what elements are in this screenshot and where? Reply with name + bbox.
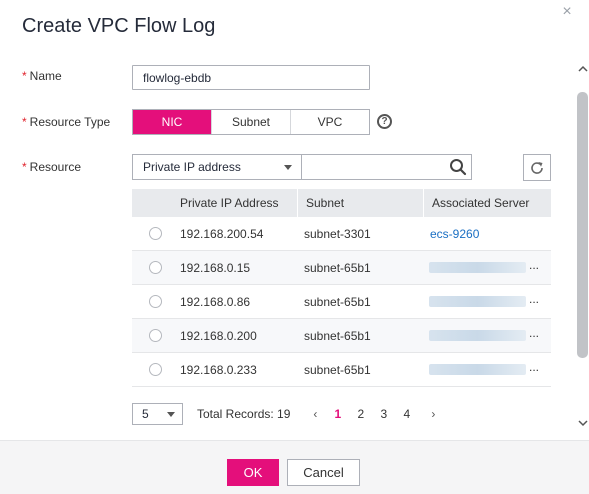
table-row[interactable]: 192.168.0.86 subnet-65b1 ...: [132, 285, 551, 319]
server-ellipsis: ...: [529, 292, 540, 306]
pagination: 5 Total Records: 19 ‹ 1 2 3 4 ›: [132, 403, 444, 425]
page-1[interactable]: 1: [326, 407, 349, 421]
redacted-server: [429, 296, 526, 307]
row-subnet: subnet-65b1: [304, 294, 371, 309]
row-server-cell: ...: [422, 353, 549, 386]
row-radio[interactable]: [149, 295, 162, 308]
column-header-server: Associated Server: [432, 196, 530, 210]
resource-label: Resource: [29, 160, 82, 174]
chevron-right-icon[interactable]: ›: [422, 403, 444, 425]
table-row[interactable]: 192.168.200.54 subnet-3301 ecs-9260: [132, 217, 551, 251]
search-icon[interactable]: [449, 158, 467, 176]
row-radio[interactable]: [149, 261, 162, 274]
refresh-icon: [531, 161, 543, 174]
resource-table: Private IP Address Subnet Associated Ser…: [132, 189, 551, 387]
page-4[interactable]: 4: [395, 407, 418, 421]
row-server-cell: ...: [422, 319, 549, 352]
row-ip: 192.168.0.15: [180, 260, 251, 275]
resource-type-label-row: * Resource Type: [22, 115, 110, 129]
row-server-cell: ecs-9260: [422, 217, 549, 250]
row-ip: 192.168.200.54: [180, 226, 264, 241]
total-records: Total Records: 19: [197, 407, 291, 421]
row-ip: 192.168.0.200: [180, 328, 257, 343]
page-size-value: 5: [142, 407, 149, 421]
table-row[interactable]: 192.168.0.15 subnet-65b1 ...: [132, 251, 551, 285]
row-subnet: subnet-65b1: [304, 328, 371, 343]
row-server-cell: ...: [422, 285, 549, 318]
scroll-thumb[interactable]: [577, 92, 588, 358]
row-subnet: subnet-65b1: [304, 260, 371, 275]
chevron-down-icon: [167, 412, 175, 417]
resource-type-nic[interactable]: NIC: [133, 110, 211, 134]
page-2[interactable]: 2: [349, 407, 372, 421]
server-ellipsis: ...: [529, 258, 540, 272]
close-icon[interactable]: ×: [560, 4, 574, 20]
row-subnet: subnet-3301: [304, 226, 371, 241]
cancel-button[interactable]: Cancel: [287, 459, 360, 486]
name-input[interactable]: [132, 65, 370, 90]
resource-type-selector: NIC Subnet VPC: [132, 109, 370, 135]
row-ip: 192.168.0.233: [180, 362, 257, 377]
filter-type-value: Private IP address: [143, 160, 241, 174]
help-icon[interactable]: ?: [377, 114, 392, 129]
filter-type-select[interactable]: Private IP address: [132, 154, 302, 180]
chevron-left-icon[interactable]: ‹: [304, 403, 326, 425]
required-marker: *: [22, 69, 27, 83]
search-input[interactable]: [301, 154, 472, 180]
resource-type-vpc[interactable]: VPC: [290, 110, 369, 134]
row-radio[interactable]: [149, 363, 162, 376]
table-row[interactable]: 192.168.0.233 subnet-65b1 ...: [132, 353, 551, 387]
page-size-select[interactable]: 5: [132, 403, 183, 425]
redacted-server: [429, 262, 526, 273]
row-subnet: subnet-65b1: [304, 362, 371, 377]
server-link[interactable]: ecs-9260: [430, 227, 479, 241]
page-3[interactable]: 3: [372, 407, 395, 421]
server-ellipsis: ...: [529, 360, 540, 374]
table-row[interactable]: 192.168.0.200 subnet-65b1 ...: [132, 319, 551, 353]
row-radio[interactable]: [149, 227, 162, 240]
row-server-cell: ...: [422, 251, 549, 284]
name-label-row: * Name: [22, 69, 62, 83]
refresh-button[interactable]: [523, 154, 551, 181]
dialog-scrollbar[interactable]: [576, 63, 589, 437]
ok-button[interactable]: OK: [227, 459, 279, 486]
scroll-up-icon[interactable]: [576, 65, 589, 77]
resource-label-row: * Resource: [22, 160, 81, 174]
column-header-ip: Private IP Address: [132, 189, 298, 217]
table-header: Private IP Address Subnet Associated Ser…: [132, 189, 551, 217]
redacted-server: [429, 364, 526, 375]
row-radio[interactable]: [149, 329, 162, 342]
resource-type-subnet[interactable]: Subnet: [211, 110, 290, 134]
redacted-server: [429, 330, 526, 341]
resource-type-label: Resource Type: [29, 115, 111, 129]
server-ellipsis: ...: [529, 326, 540, 340]
required-marker: *: [22, 160, 27, 174]
column-header-subnet: Subnet: [298, 189, 424, 217]
chevron-down-icon: [284, 165, 292, 170]
dialog-title: Create VPC Flow Log: [22, 15, 216, 37]
row-ip: 192.168.0.86: [180, 294, 251, 309]
scroll-down-icon[interactable]: [576, 419, 589, 431]
required-marker: *: [22, 115, 27, 129]
name-label: Name: [29, 69, 62, 83]
